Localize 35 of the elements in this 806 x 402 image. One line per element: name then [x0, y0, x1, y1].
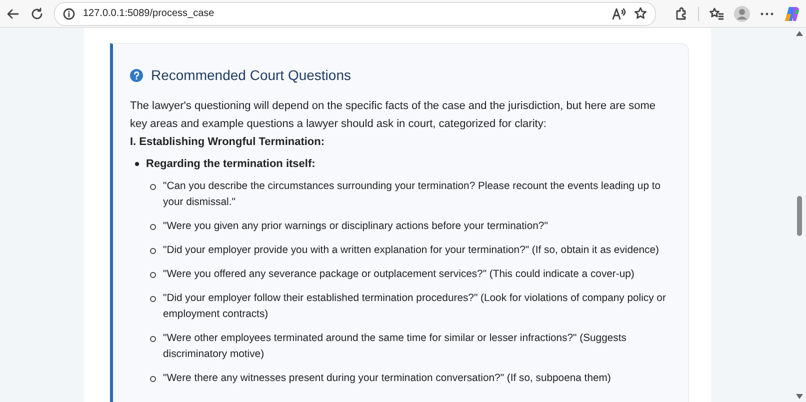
question-text: "Did your employer provide you with a written explanation for your termination?" (If so, obtain it as evidence) — [163, 244, 659, 258]
bullet-icon — [135, 162, 139, 166]
reload-icon[interactable] — [30, 6, 44, 20]
info-icon[interactable] — [63, 8, 75, 20]
scrollbar-thumb[interactable] — [797, 196, 802, 236]
bullet-icon — [150, 184, 156, 190]
intro-paragraph: The lawyer's questioning will depend on the specific facts of the case and the jurisdiction, but here are some key areas and example questions a lawyer should ask in court, categorized for clarity: — [130, 99, 657, 132]
url-text: 127.0.0.1:5089/process_case — [83, 8, 216, 19]
bullet-icon — [150, 272, 156, 278]
question-text: "Did your employer follow their established termination procedures?" (Look for violations of company policy or employment contracts) — [163, 292, 667, 322]
question-text: "Can you describe the circumstances surrounding your termination? Please recount the events leading up to your dismissal." — [163, 180, 662, 210]
star-icon[interactable] — [634, 7, 647, 20]
group-label: Regarding the termination itself: — [146, 157, 316, 172]
avatar-icon[interactable] — [734, 6, 750, 22]
copilot-icon[interactable] — [784, 6, 800, 22]
question-text: "Were you offered any severance package or outplacement services?" (This could indicate a cover-up) — [163, 268, 634, 282]
scroll-up-icon[interactable] — [796, 31, 803, 36]
subsection-heading: I. Establishing Wrongful Termination: — [130, 135, 326, 150]
bullet-icon — [150, 376, 156, 382]
favorites-icon[interactable] — [709, 6, 724, 20]
question-text: "Were you given any prior warnings or disciplinary actions before your termination?" — [163, 220, 548, 234]
bullet-icon — [150, 224, 156, 230]
section-title: Recommended Court Questions — [151, 67, 351, 83]
bullet-icon — [150, 336, 156, 342]
scroll-down-icon[interactable] — [796, 394, 803, 399]
question-text: "Were there any witnesses present during your termination conversation?" (If so, subpoena them) — [163, 372, 611, 386]
address-bar[interactable]: 127.0.0.1:5089/process_case — [54, 2, 656, 26]
bullet-icon — [150, 248, 156, 254]
extensions-icon[interactable] — [674, 6, 688, 20]
question-icon — [130, 68, 143, 82]
back-icon[interactable] — [6, 6, 20, 20]
question-text: "Were other employees terminated around the same time for similar or lesser infractions?" (Suggests discriminatory motive) — [163, 332, 628, 362]
more-icon[interactable] — [760, 12, 774, 16]
read-aloud-icon[interactable] — [612, 8, 626, 20]
bullet-icon — [150, 296, 156, 302]
